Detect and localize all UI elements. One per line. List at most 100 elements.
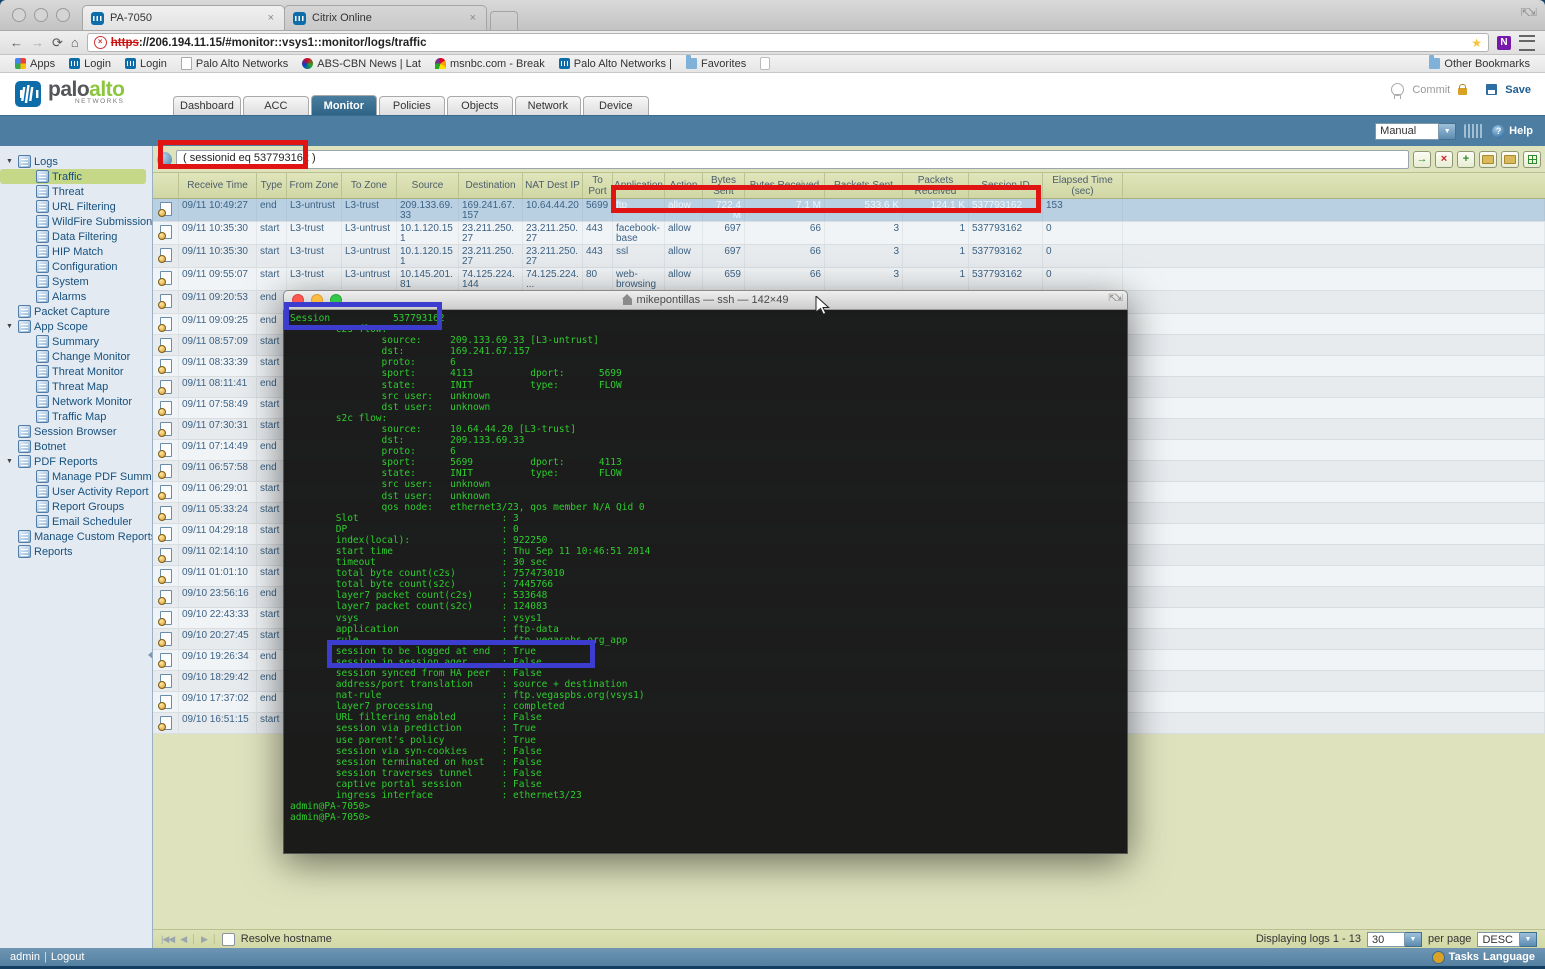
column-header[interactable]: Bytes Sent xyxy=(703,173,745,198)
sidebar-item[interactable]: Manage PDF Summary xyxy=(0,469,152,484)
column-header[interactable]: Session ID xyxy=(969,173,1043,198)
tree-expander-icon[interactable]: ▼ xyxy=(6,323,15,330)
sidebar-item[interactable]: Threat Monitor xyxy=(0,364,152,379)
column-header[interactable]: Receive Time xyxy=(179,173,257,198)
lock-icon[interactable] xyxy=(1458,88,1467,95)
bookmark-star-icon[interactable]: ★ xyxy=(1471,36,1482,50)
sidebar-item[interactable]: User Activity Report xyxy=(0,484,152,499)
log-detail-icon[interactable] xyxy=(160,653,172,667)
load-filter-icon[interactable] xyxy=(1501,151,1519,168)
column-header[interactable]: Type xyxy=(257,173,287,198)
bookmark-item[interactable] xyxy=(753,57,781,70)
log-detail-cell[interactable] xyxy=(153,524,179,544)
new-tab-button[interactable] xyxy=(490,11,518,30)
log-detail-cell[interactable] xyxy=(153,545,179,565)
export-icon[interactable] xyxy=(1523,151,1541,168)
column-header[interactable]: Packets Sent xyxy=(825,173,903,198)
log-detail-icon[interactable] xyxy=(160,485,172,499)
home-button-icon[interactable]: ⌂ xyxy=(71,36,79,49)
next-page-icon[interactable]: ▶ xyxy=(201,934,207,945)
log-detail-icon[interactable] xyxy=(160,225,172,239)
log-detail-cell[interactable] xyxy=(153,199,179,221)
address-bar[interactable]: × https://206.194.11.15/#monitor::vsys1:… xyxy=(87,33,1489,52)
onenote-extension-icon[interactable]: N xyxy=(1497,36,1511,50)
log-detail-icon[interactable] xyxy=(160,338,172,352)
other-bookmarks-button[interactable]: Other Bookmarks xyxy=(1422,58,1537,70)
column-header[interactable]: Elapsed Time (sec) xyxy=(1043,173,1123,198)
app-nav-tab[interactable]: Device xyxy=(583,96,649,115)
log-detail-cell[interactable] xyxy=(153,356,179,376)
bookmark-item[interactable]: ABS-CBN News | Lat xyxy=(295,58,428,70)
log-detail-cell[interactable] xyxy=(153,650,179,670)
table-row[interactable]: 09/11 09:55:07 start L3-trust L3-untrust… xyxy=(153,268,1545,291)
filter-query-input[interactable]: ( sessionid eq 537793162 ) xyxy=(176,150,1409,169)
language-button[interactable]: Language xyxy=(1483,951,1535,963)
column-header[interactable]: To Port xyxy=(583,173,613,198)
bookmark-item[interactable]: msnbc.com - Break xyxy=(428,58,552,70)
ssl-error-icon[interactable]: × xyxy=(94,36,107,49)
log-detail-cell[interactable] xyxy=(153,503,179,523)
bookmark-item[interactable]: Login xyxy=(62,58,118,70)
log-detail-cell[interactable] xyxy=(153,587,179,607)
window-minimize-button[interactable] xyxy=(34,8,48,22)
column-header[interactable]: NAT Dest IP xyxy=(523,173,583,198)
dropdown-arrow-icon[interactable]: ▼ xyxy=(1405,932,1422,947)
log-detail-icon[interactable] xyxy=(160,527,172,541)
log-detail-icon[interactable] xyxy=(160,674,172,688)
log-detail-icon[interactable] xyxy=(160,569,172,583)
app-nav-tab[interactable]: Dashboard xyxy=(173,96,241,115)
log-detail-icon[interactable] xyxy=(160,590,172,604)
table-row[interactable]: 09/11 10:35:30 start L3-trust L3-untrust… xyxy=(153,222,1545,245)
sidebar-item[interactable]: Data Filtering xyxy=(0,229,152,244)
window-expand-icon[interactable]: ⇱⇲ xyxy=(1521,6,1535,19)
window-close-button[interactable] xyxy=(12,8,26,22)
tab-close-icon[interactable]: × xyxy=(266,12,276,24)
logout-link[interactable]: Logout xyxy=(51,951,85,963)
sidebar-item[interactable]: Reports xyxy=(0,544,152,559)
terminal-resize-icon[interactable]: ⇱⇲ xyxy=(1108,293,1121,304)
terminal-zoom-button[interactable] xyxy=(330,294,342,306)
terminal-window[interactable]: mikepontillas — ssh — 142×49 ⇱⇲ Session … xyxy=(283,290,1128,852)
bookmark-item[interactable]: Favorites xyxy=(679,58,753,70)
log-detail-cell[interactable] xyxy=(153,482,179,502)
terminal-close-button[interactable] xyxy=(292,294,304,306)
app-nav-tab[interactable]: Network xyxy=(515,96,581,115)
sidebar-item[interactable]: URL Filtering xyxy=(0,199,152,214)
tree-expander-icon[interactable]: ▼ xyxy=(6,158,15,165)
bookmark-item[interactable]: Palo Alto Networks xyxy=(174,57,295,70)
column-header[interactable]: Bytes Received xyxy=(745,173,825,198)
log-detail-cell[interactable] xyxy=(153,713,179,733)
log-detail-cell[interactable] xyxy=(153,692,179,712)
log-detail-icon[interactable] xyxy=(160,401,172,415)
column-header[interactable]: To Zone xyxy=(342,173,397,198)
log-detail-cell[interactable] xyxy=(153,268,179,290)
log-detail-cell[interactable] xyxy=(153,566,179,586)
prev-page-icon[interactable]: ◀ xyxy=(180,934,186,945)
window-zoom-button[interactable] xyxy=(56,8,70,22)
log-detail-icon[interactable] xyxy=(160,548,172,562)
resolve-hostname-checkbox[interactable] xyxy=(222,933,235,946)
sidebar-item[interactable]: Traffic xyxy=(0,169,146,184)
sidebar-item[interactable]: Session Browser xyxy=(0,424,152,439)
log-detail-cell[interactable] xyxy=(153,377,179,397)
app-nav-tab[interactable]: Policies xyxy=(379,96,445,115)
app-nav-tab[interactable]: Monitor xyxy=(311,95,377,115)
menu-icon[interactable] xyxy=(1519,35,1535,51)
log-detail-icon[interactable] xyxy=(160,506,172,520)
sidebar-item[interactable]: Change Monitor xyxy=(0,349,152,364)
help-button[interactable]: ? Help xyxy=(1492,125,1533,138)
log-detail-icon[interactable] xyxy=(160,632,172,646)
log-detail-cell[interactable] xyxy=(153,314,179,334)
commit-button[interactable]: Commit xyxy=(1412,84,1450,96)
save-button[interactable]: Save xyxy=(1505,84,1531,96)
log-detail-cell[interactable] xyxy=(153,461,179,481)
column-header[interactable] xyxy=(153,173,179,198)
column-header[interactable]: Destination xyxy=(459,173,523,198)
log-detail-icon[interactable] xyxy=(160,716,172,730)
tasks-button[interactable]: Tasks xyxy=(1449,951,1479,963)
browser-tab[interactable]: PA-7050 × xyxy=(82,5,285,30)
sidebar-item[interactable]: Email Scheduler xyxy=(0,514,152,529)
sidebar-item[interactable]: Manage Custom Reports xyxy=(0,529,152,544)
table-row[interactable]: 09/11 10:49:27 end L3-untrust L3-trust 2… xyxy=(153,199,1545,222)
tab-close-icon[interactable]: × xyxy=(468,12,478,24)
